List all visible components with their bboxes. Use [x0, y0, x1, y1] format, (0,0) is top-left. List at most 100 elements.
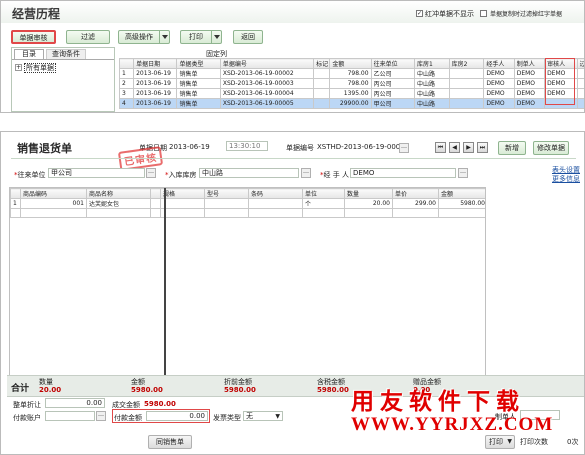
detail-column-header[interactable]: 型号 — [204, 188, 249, 199]
account-picker-button[interactable]: … — [96, 411, 106, 421]
next-record-icon[interactable]: ▶ — [463, 142, 474, 153]
prev-record-icon[interactable]: ◀ — [449, 142, 460, 153]
table-cell: 丙公司 — [370, 78, 415, 89]
table-cell: 1 — [10, 198, 21, 209]
table-cell: 甲公司 — [370, 98, 415, 109]
modify-button[interactable]: 修改单据 — [533, 141, 569, 155]
number-label: 单据编号 — [286, 144, 314, 152]
table-cell: 销售单 — [176, 68, 221, 79]
tab-line — [12, 59, 114, 60]
filter-button[interactable]: 过滤 — [66, 30, 110, 44]
partner-field[interactable]: 甲公司 — [48, 168, 145, 178]
bottom-print-button[interactable]: 打印 ▼ — [485, 435, 515, 449]
detail-column-header[interactable]: 规格 — [160, 188, 205, 199]
history-column-header[interactable]: 单据编号 — [219, 58, 315, 69]
detail-column-header[interactable]: 条码 — [248, 188, 303, 199]
sync-sales-button[interactable]: 同销售单 — [148, 435, 192, 449]
partner-picker-button[interactable]: … — [146, 168, 156, 178]
history-column-header[interactable]: 过账 — [576, 58, 584, 69]
back-button[interactable]: 返回 — [233, 30, 263, 44]
table-row[interactable]: 4 2013-06-19 销售单 XSD-2013-06-19-00005 29900.… — [119, 98, 584, 109]
print-button-label: 打印 — [189, 33, 203, 41]
whole-discount-label: 整单折让 — [13, 401, 41, 409]
history-column-header[interactable]: 往来单位 — [370, 58, 415, 69]
table-cell: 2013-06-19 — [133, 88, 178, 99]
detail-column-header[interactable]: 商品编码 — [20, 188, 87, 199]
history-column-header[interactable] — [119, 58, 135, 69]
audit-button[interactable]: 单据审核 — [11, 30, 56, 44]
advanced-button[interactable]: 高级操作 — [118, 30, 170, 44]
table-row[interactable]: 2 2013-06-19 销售单 XSD-2013-06-19-00003 798.00… — [119, 78, 584, 89]
table-cell: 中山路 — [413, 78, 450, 89]
print-copies-value: 0次 — [567, 438, 579, 446]
frozen-divider — [164, 188, 166, 375]
detail-column-header[interactable] — [150, 188, 161, 199]
invoice-type-select[interactable]: 无 ▼ — [243, 411, 283, 421]
pay-amount-label: 付款金额 — [114, 414, 142, 422]
new-button[interactable]: 新增 — [498, 141, 526, 155]
more-info-link[interactable]: 更多信息 — [552, 174, 580, 184]
history-column-header[interactable]: 标记 — [313, 58, 331, 69]
table-cell: 001 — [20, 198, 87, 209]
account-field[interactable] — [45, 411, 95, 421]
table-cell: DEMO — [483, 98, 515, 109]
table-cell: DEMO — [513, 88, 546, 99]
red-hide-checkbox[interactable]: ✓ — [416, 10, 423, 17]
table-cell — [438, 208, 485, 218]
history-column-header[interactable]: 单据类型 — [176, 58, 221, 69]
table-row[interactable]: 1 2013-06-19 销售单 XSD-2013-06-19-00002 798.00… — [119, 68, 584, 79]
empty-row[interactable] — [10, 208, 485, 218]
print-copies-label: 打印次数 — [520, 438, 548, 446]
table-cell: 丙公司 — [370, 88, 415, 99]
first-record-icon[interactable]: ⏮ — [435, 142, 446, 153]
tab-query[interactable]: 查询条件 — [46, 49, 86, 59]
table-cell — [313, 78, 331, 89]
total-label: 合计 — [11, 384, 30, 394]
detail-column-header[interactable]: 单位 — [302, 188, 345, 199]
table-cell: XSD-2013-06-19-00004 — [219, 88, 315, 99]
pre-discount-value: 5980.00 — [224, 386, 256, 394]
warehouse-picker-button[interactable]: … — [301, 168, 311, 178]
print-button[interactable]: 打印 — [180, 30, 222, 44]
detail-grid: 商品编码 商品名称 规格 型号 条码 单位 数量 单价 金额 1 001 达芙妮女包 个 20.00 29… — [9, 187, 486, 376]
tab-catalog[interactable]: 目录 — [14, 49, 44, 59]
tree-root-item[interactable]: 所有单据 — [24, 63, 56, 73]
invoice-type-value: 无 — [246, 412, 253, 420]
whole-discount-field[interactable]: 0.00 — [45, 398, 105, 408]
detail-column-header[interactable]: 商品名称 — [86, 188, 151, 199]
qty-value: 20.00 — [39, 386, 62, 394]
history-column-header[interactable]: 金额 — [329, 58, 372, 69]
table-row[interactable]: 3 2013-06-19 销售单 XSD-2013-06-19-00004 1395.0… — [119, 88, 584, 99]
expand-icon[interactable]: + — [15, 64, 22, 71]
pay-amount-field[interactable]: 0.00 — [146, 411, 208, 421]
table-cell — [576, 78, 584, 89]
history-column-header[interactable]: 制单人 — [513, 58, 546, 69]
detail-column-header[interactable]: 金额 — [438, 188, 485, 199]
history-column-header[interactable]: 库房2 — [448, 58, 485, 69]
bottom-window: 销售退货单 单据日期 2013-06-19 13:30:10 单据编号 XSTH… — [0, 131, 585, 455]
history-grid: 单据日期单据类型单据编号标记金额往来单位库房1库房2经手人制单人审核人过账 12… — [119, 58, 584, 112]
bottom-print-label: 打印 — [489, 438, 503, 446]
table-cell: 3 — [119, 88, 135, 99]
warehouse-field[interactable]: 中山路 — [199, 168, 299, 178]
table-cell — [20, 208, 87, 218]
table-cell: 中山路 — [413, 88, 450, 99]
table-cell: 29900.00 — [329, 98, 372, 109]
history-column-header[interactable]: 经手人 — [483, 58, 515, 69]
copy-filter-checkbox[interactable] — [480, 10, 487, 17]
time-field[interactable]: 13:30:10 — [226, 141, 268, 151]
table-row[interactable]: 1 001 达芙妮女包 个 20.00 299.00 5980.00 — [10, 198, 485, 209]
detail-column-header[interactable]: 数量 — [344, 188, 393, 199]
tax-amount-value: 5980.00 — [317, 386, 349, 394]
warehouse-label-text: 入库库房 — [168, 171, 197, 179]
history-column-header[interactable]: 单据日期 — [133, 58, 178, 69]
detail-column-header[interactable]: 单价 — [392, 188, 439, 199]
detail-column-header[interactable] — [10, 188, 21, 199]
last-record-icon[interactable]: ⏭ — [477, 142, 488, 153]
left-panel: 目录 查询条件 + 所有单据 — [11, 47, 115, 112]
warehouse-label: *入库库房 — [165, 171, 197, 179]
number-picker-button[interactable]: … — [399, 143, 409, 153]
handler-picker-button[interactable]: … — [458, 168, 468, 178]
history-column-header[interactable]: 库房1 — [413, 58, 450, 69]
handler-field[interactable]: DEMO — [350, 168, 456, 178]
